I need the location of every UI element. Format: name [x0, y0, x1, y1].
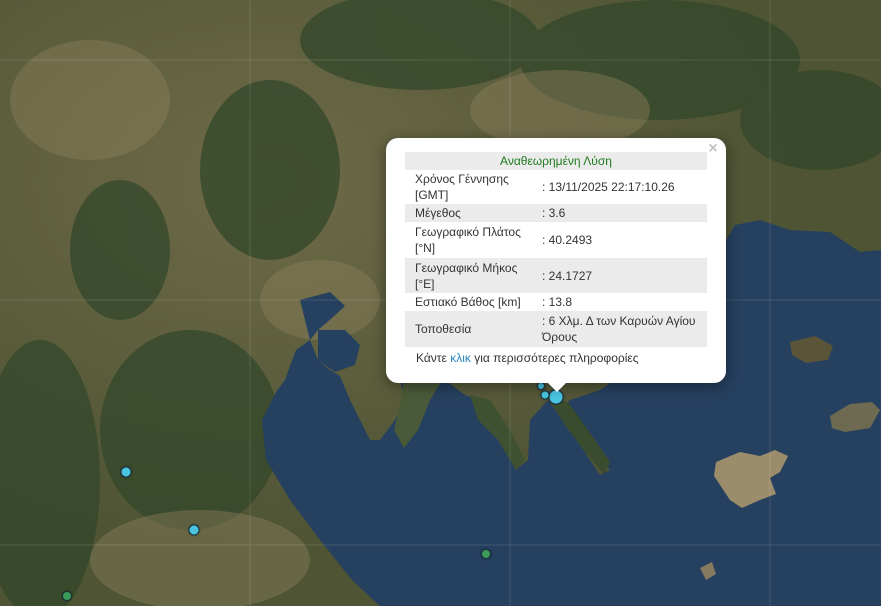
latitude-value: : 40.2493	[542, 233, 593, 247]
solution-title: Αναθεωρημένη Λύση	[405, 152, 707, 170]
info-row-depth: Εστιακό Βάθος [km] : 13.8	[405, 293, 707, 311]
more-info-prefix: Κάντε	[416, 351, 451, 365]
more-info-text: Κάντε κλικ για περισσότερες πληροφορίες	[416, 351, 639, 365]
longitude-label: Γεωγραφικό Μήκος [°E]	[405, 258, 531, 293]
location-value: : 6 Χλμ. Δ των Καρυών Αγίου Όρους	[531, 311, 707, 347]
info-row-location: Τοποθεσία : 6 Χλμ. Δ των Καρυών Αγίου Όρ…	[405, 311, 707, 347]
popup-close-button[interactable]: ×	[706, 141, 720, 157]
more-info-suffix: για περισσότερες πληροφορίες	[470, 351, 639, 365]
longitude-value: : 24.1727	[531, 258, 707, 293]
depth-label: Εστιακό Βάθος [km]	[415, 295, 521, 309]
origin-time-label: Χρόνος Γέννησης [GMT]	[415, 172, 509, 202]
depth-value: : 13.8	[542, 295, 573, 309]
info-row-latitude: Γεωγραφικό Πλάτος [°N] : 40.2493	[405, 222, 707, 258]
more-info-link[interactable]: κλικ	[450, 351, 471, 365]
info-row-magnitude: Μέγεθος : 3.6	[405, 204, 707, 222]
earthquake-marker[interactable]	[537, 382, 545, 390]
earthquake-marker[interactable]	[481, 549, 491, 559]
latitude-label: Γεωγραφικό Πλάτος [°N]	[415, 225, 521, 255]
solution-title-row: Αναθεωρημένη Λύση	[405, 152, 707, 170]
earthquake-info-popup: × Αναθεωρημένη Λύση Χρόνος Γέννησης [GMT…	[386, 138, 726, 392]
magnitude-value: : 3.6	[531, 204, 707, 222]
info-row-longitude: Γεωγραφικό Μήκος [°E] : 24.1727	[405, 258, 707, 293]
info-row-origin-time: Χρόνος Γέννησης [GMT] : 13/11/2025 22:17…	[405, 170, 707, 204]
earthquake-marker[interactable]	[62, 591, 72, 601]
magnitude-label: Μέγεθος	[405, 204, 531, 222]
location-label: Τοποθεσία	[405, 311, 531, 347]
popup-tip	[547, 382, 567, 392]
earthquake-marker[interactable]	[188, 524, 200, 536]
earthquake-info-table: Αναθεωρημένη Λύση Χρόνος Γέννησης [GMT] …	[405, 152, 707, 347]
origin-time-value: : 13/11/2025 22:17:10.26	[542, 180, 675, 194]
earthquake-marker[interactable]	[120, 466, 132, 478]
